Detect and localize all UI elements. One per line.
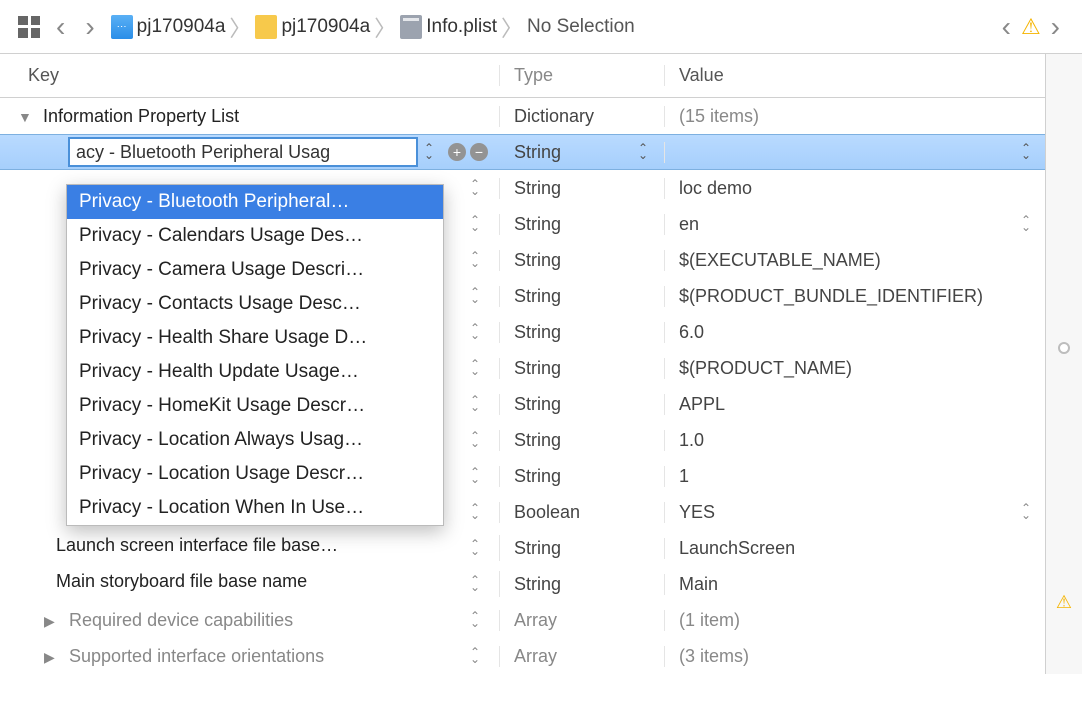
- issue-marker-icon[interactable]: [1058, 342, 1070, 354]
- disclosure-triangle-icon[interactable]: ▼: [18, 109, 34, 125]
- remove-button[interactable]: −: [470, 143, 488, 161]
- value-stepper[interactable]: ⌃⌄: [1021, 505, 1031, 519]
- dropdown-item[interactable]: Privacy - Health Update Usage…: [67, 355, 443, 389]
- table-row[interactable]: Launch screen interface file base… ⌃⌄ St…: [0, 530, 1045, 566]
- root-key: Information Property List: [43, 106, 239, 126]
- nav-forward-button[interactable]: ›: [81, 11, 98, 43]
- dropdown-item[interactable]: Privacy - Location Always Usag…: [67, 423, 443, 457]
- table-row[interactable]: ▶ Supported interface orientations ⌃⌄ Ar…: [0, 638, 1045, 674]
- key-stepper[interactable]: ⌃⌄: [470, 649, 480, 663]
- breadcrumb-project[interactable]: pj170904a: [137, 16, 226, 38]
- key-stepper[interactable]: ⌃⌄: [470, 505, 480, 519]
- key-stepper[interactable]: ⌃⌄: [470, 613, 480, 627]
- issue-prev-button[interactable]: ‹: [998, 11, 1015, 43]
- key-stepper[interactable]: ⌃⌄: [470, 469, 480, 483]
- breadcrumb-sep: 〉: [501, 11, 523, 43]
- breadcrumb: pj170904a 〉 pj170904a 〉 Info.plist 〉 No …: [111, 11, 986, 43]
- warning-icon[interactable]: ⚠︎: [1056, 592, 1072, 613]
- right-nav: ‹ ⚠︎ ›: [998, 11, 1064, 43]
- dropdown-item[interactable]: Privacy - Location When In Use…: [67, 491, 443, 525]
- key-editing-field[interactable]: acy - Bluetooth Peripheral Usag: [68, 137, 418, 167]
- editing-text: acy - Bluetooth Peripheral Usag: [76, 142, 330, 163]
- add-button[interactable]: +: [448, 143, 466, 161]
- table-row-root[interactable]: ▼ Information Property List Dictionary (…: [0, 98, 1045, 134]
- breadcrumb-sep: 〉: [229, 11, 251, 43]
- key-autocomplete-menu: Privacy - Bluetooth Peripheral… Privacy …: [66, 184, 444, 526]
- nav-back-button[interactable]: ‹: [52, 11, 69, 43]
- header-type[interactable]: Type: [500, 65, 665, 86]
- value-stepper[interactable]: ⌃⌄: [1021, 217, 1031, 231]
- issue-next-button[interactable]: ›: [1047, 11, 1064, 43]
- related-items-icon[interactable]: [18, 16, 40, 38]
- key-stepper[interactable]: ⌃⌄: [470, 541, 480, 555]
- breadcrumb-file[interactable]: Info.plist: [426, 16, 497, 38]
- table-row[interactable]: Main storyboard file base name ⌃⌄ String…: [0, 566, 1045, 602]
- dropdown-item[interactable]: Privacy - Camera Usage Descri…: [67, 253, 443, 287]
- key-stepper[interactable]: ⌃⌄: [470, 217, 480, 231]
- key-stepper[interactable]: ⌃⌄: [470, 325, 480, 339]
- dropdown-item[interactable]: Privacy - Calendars Usage Des…: [67, 219, 443, 253]
- key-stepper[interactable]: ⌃⌄: [470, 289, 480, 303]
- gutter: ⚠︎: [1046, 54, 1082, 674]
- plist-icon: [400, 15, 422, 39]
- key-stepper[interactable]: ⌃⌄: [470, 181, 480, 195]
- dropdown-item[interactable]: Privacy - Location Usage Descr…: [67, 457, 443, 491]
- dropdown-item[interactable]: Privacy - Bluetooth Peripheral…: [67, 185, 443, 219]
- warning-icon[interactable]: ⚠︎: [1021, 14, 1041, 40]
- key-stepper[interactable]: ⌃⌄: [470, 577, 480, 591]
- breadcrumb-folder[interactable]: pj170904a: [281, 16, 370, 38]
- project-icon: [111, 15, 133, 39]
- breadcrumb-selection[interactable]: No Selection: [527, 16, 635, 38]
- disclosure-triangle-icon[interactable]: ▶: [44, 613, 60, 630]
- disclosure-triangle-icon[interactable]: ▶: [44, 649, 60, 666]
- folder-icon: [255, 15, 277, 39]
- root-type: Dictionary: [500, 106, 665, 127]
- dropdown-item[interactable]: Privacy - Health Share Usage D…: [67, 321, 443, 355]
- breadcrumb-sep: 〉: [374, 11, 396, 43]
- add-remove-buttons: + −: [448, 143, 488, 161]
- header-value[interactable]: Value: [665, 65, 1045, 86]
- header-key[interactable]: Key: [0, 65, 500, 86]
- dropdown-item[interactable]: Privacy - HomeKit Usage Descr…: [67, 389, 443, 423]
- key-stepper[interactable]: ⌃⌄: [470, 361, 480, 375]
- table-row[interactable]: ▶ Required device capabilities ⌃⌄ Array …: [0, 602, 1045, 638]
- key-stepper[interactable]: ⌃⌄: [424, 145, 434, 159]
- dropdown-item[interactable]: Privacy - Contacts Usage Desc…: [67, 287, 443, 321]
- table-header: Key Type Value: [0, 54, 1045, 98]
- table-row[interactable]: acy - Bluetooth Peripheral Usag ⌃⌄ + − S…: [0, 134, 1045, 170]
- root-value: (15 items): [665, 106, 1045, 127]
- key-stepper[interactable]: ⌃⌄: [470, 253, 480, 267]
- type-stepper[interactable]: ⌃⌄: [638, 145, 648, 159]
- toolbar: ‹ › pj170904a 〉 pj170904a 〉 Info.plist 〉…: [0, 0, 1082, 54]
- value-stepper[interactable]: ⌃⌄: [1021, 145, 1031, 159]
- key-stepper[interactable]: ⌃⌄: [470, 397, 480, 411]
- key-stepper[interactable]: ⌃⌄: [470, 433, 480, 447]
